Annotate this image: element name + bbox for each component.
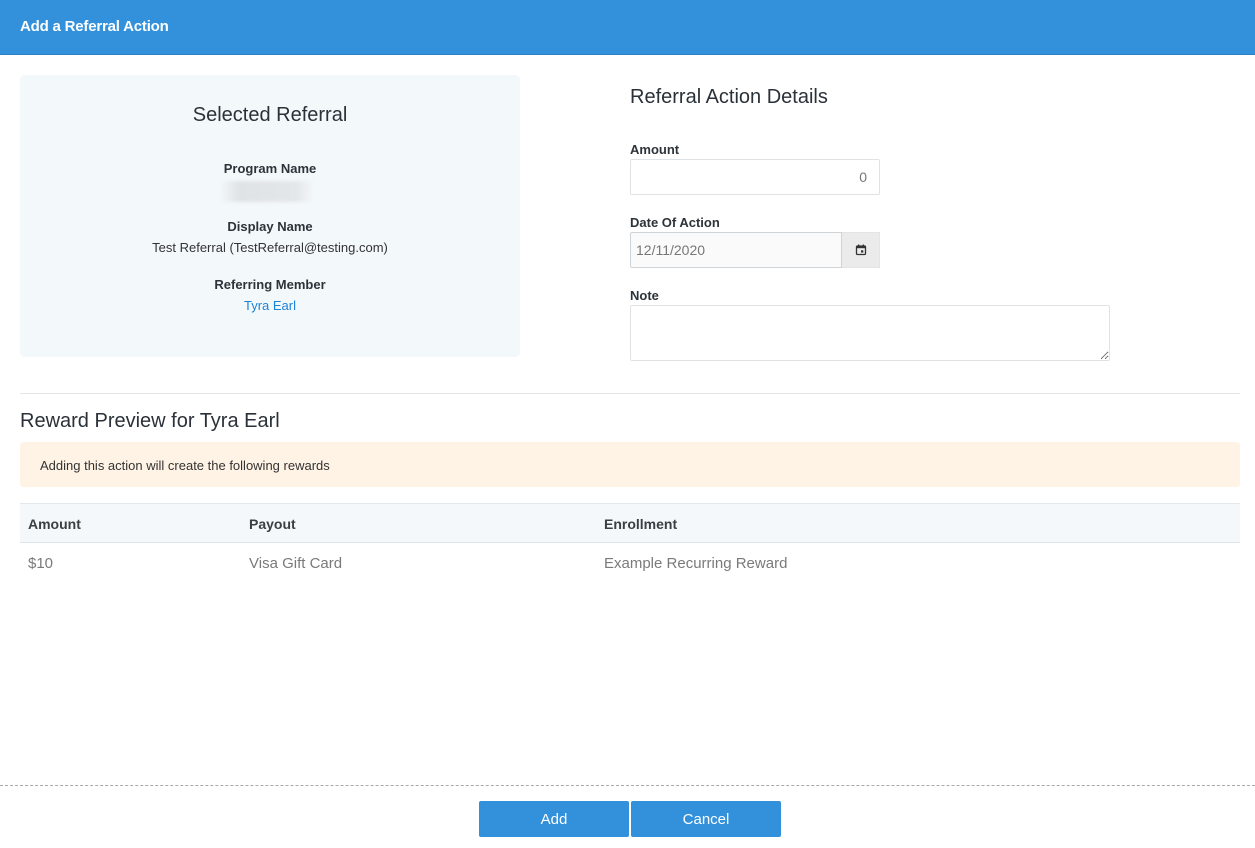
- referring-member-link[interactable]: Tyra Earl: [244, 298, 296, 313]
- referring-member-label: Referring Member: [214, 277, 326, 292]
- selected-referral-card: Selected Referral Program Name Display N…: [20, 75, 520, 357]
- cancel-button[interactable]: Cancel: [631, 801, 781, 837]
- rewards-table: Amount Payout Enrollment $10 Visa Gift C…: [20, 503, 1240, 585]
- column-header-payout: Payout: [249, 516, 296, 532]
- amount-input[interactable]: [630, 159, 880, 195]
- rewards-notice: Adding this action will create the follo…: [20, 442, 1240, 487]
- dialog-header: Add a Referral Action: [0, 0, 1255, 55]
- rewards-table-header: Amount Payout Enrollment: [20, 503, 1240, 543]
- section-divider: [20, 393, 1240, 394]
- row-amount: $10: [28, 555, 54, 572]
- display-name-value: Test Referral (TestReferral@testing.com): [152, 240, 388, 255]
- details-title: Referral Action Details: [630, 86, 828, 108]
- note-textarea[interactable]: [630, 305, 1110, 361]
- column-header-enrollment: Enrollment: [604, 516, 678, 532]
- rewards-notice-text: Adding this action will create the follo…: [40, 458, 330, 473]
- dialog-title: Add a Referral Action: [20, 18, 169, 35]
- table-row: $10 Visa Gift Card Example Recurring Rew…: [20, 543, 1240, 585]
- add-button[interactable]: Add: [479, 801, 629, 837]
- row-enrollment: Example Recurring Reward: [604, 555, 788, 572]
- selected-referral-title: Selected Referral: [192, 104, 348, 126]
- note-label: Note: [630, 288, 659, 303]
- footer-divider: [0, 785, 1255, 786]
- program-name-value-redacted: [220, 181, 315, 202]
- calendar-button[interactable]: [842, 232, 880, 268]
- reward-preview-title: Reward Preview for Tyra Earl: [20, 410, 280, 432]
- calendar-icon: [855, 244, 866, 256]
- date-of-action-input[interactable]: [630, 232, 842, 268]
- column-header-amount: Amount: [28, 516, 81, 532]
- amount-label: Amount: [630, 142, 680, 157]
- program-name-label: Program Name: [223, 161, 317, 176]
- display-name-label: Display Name: [227, 219, 313, 234]
- row-payout: Visa Gift Card: [249, 555, 343, 572]
- date-of-action-label: Date Of Action: [630, 215, 720, 230]
